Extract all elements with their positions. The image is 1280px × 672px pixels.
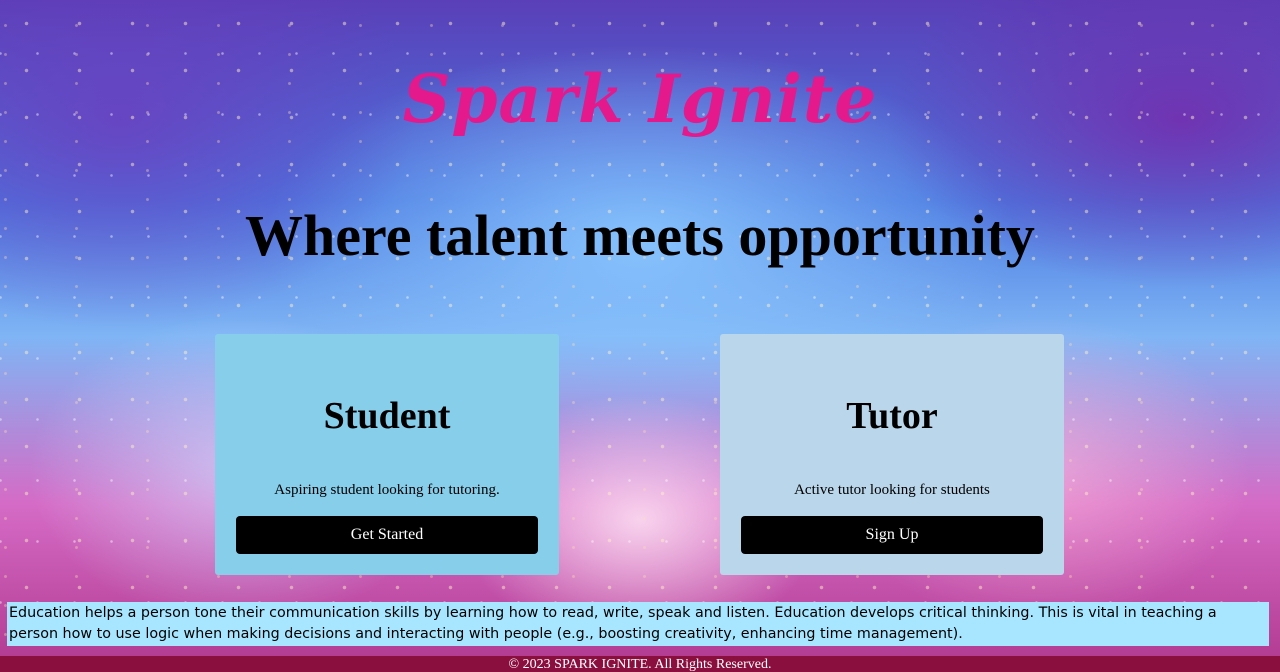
about-text: Education helps a person tone their comm…: [7, 602, 1269, 646]
hero-tagline: Where talent meets opportunity: [245, 203, 1035, 268]
sign-up-button[interactable]: Sign Up: [741, 516, 1043, 554]
tutor-card: Tutor Active tutor looking for students …: [720, 334, 1064, 575]
student-card: Student Aspiring student looking for tut…: [215, 334, 559, 575]
tutor-card-description: Active tutor looking for students: [794, 482, 990, 498]
footer: © 2023 SPARK IGNITE. All Rights Reserved…: [0, 656, 1280, 672]
footer-copyright: © 2023 SPARK IGNITE. All Rights Reserved…: [508, 657, 772, 672]
tutor-card-title: Tutor: [846, 395, 938, 437]
brand-logo: Spark Ignite: [402, 60, 878, 138]
student-card-description: Aspiring student looking for tutoring.: [274, 482, 500, 498]
get-started-button[interactable]: Get Started: [236, 516, 538, 554]
student-card-title: Student: [323, 395, 451, 437]
